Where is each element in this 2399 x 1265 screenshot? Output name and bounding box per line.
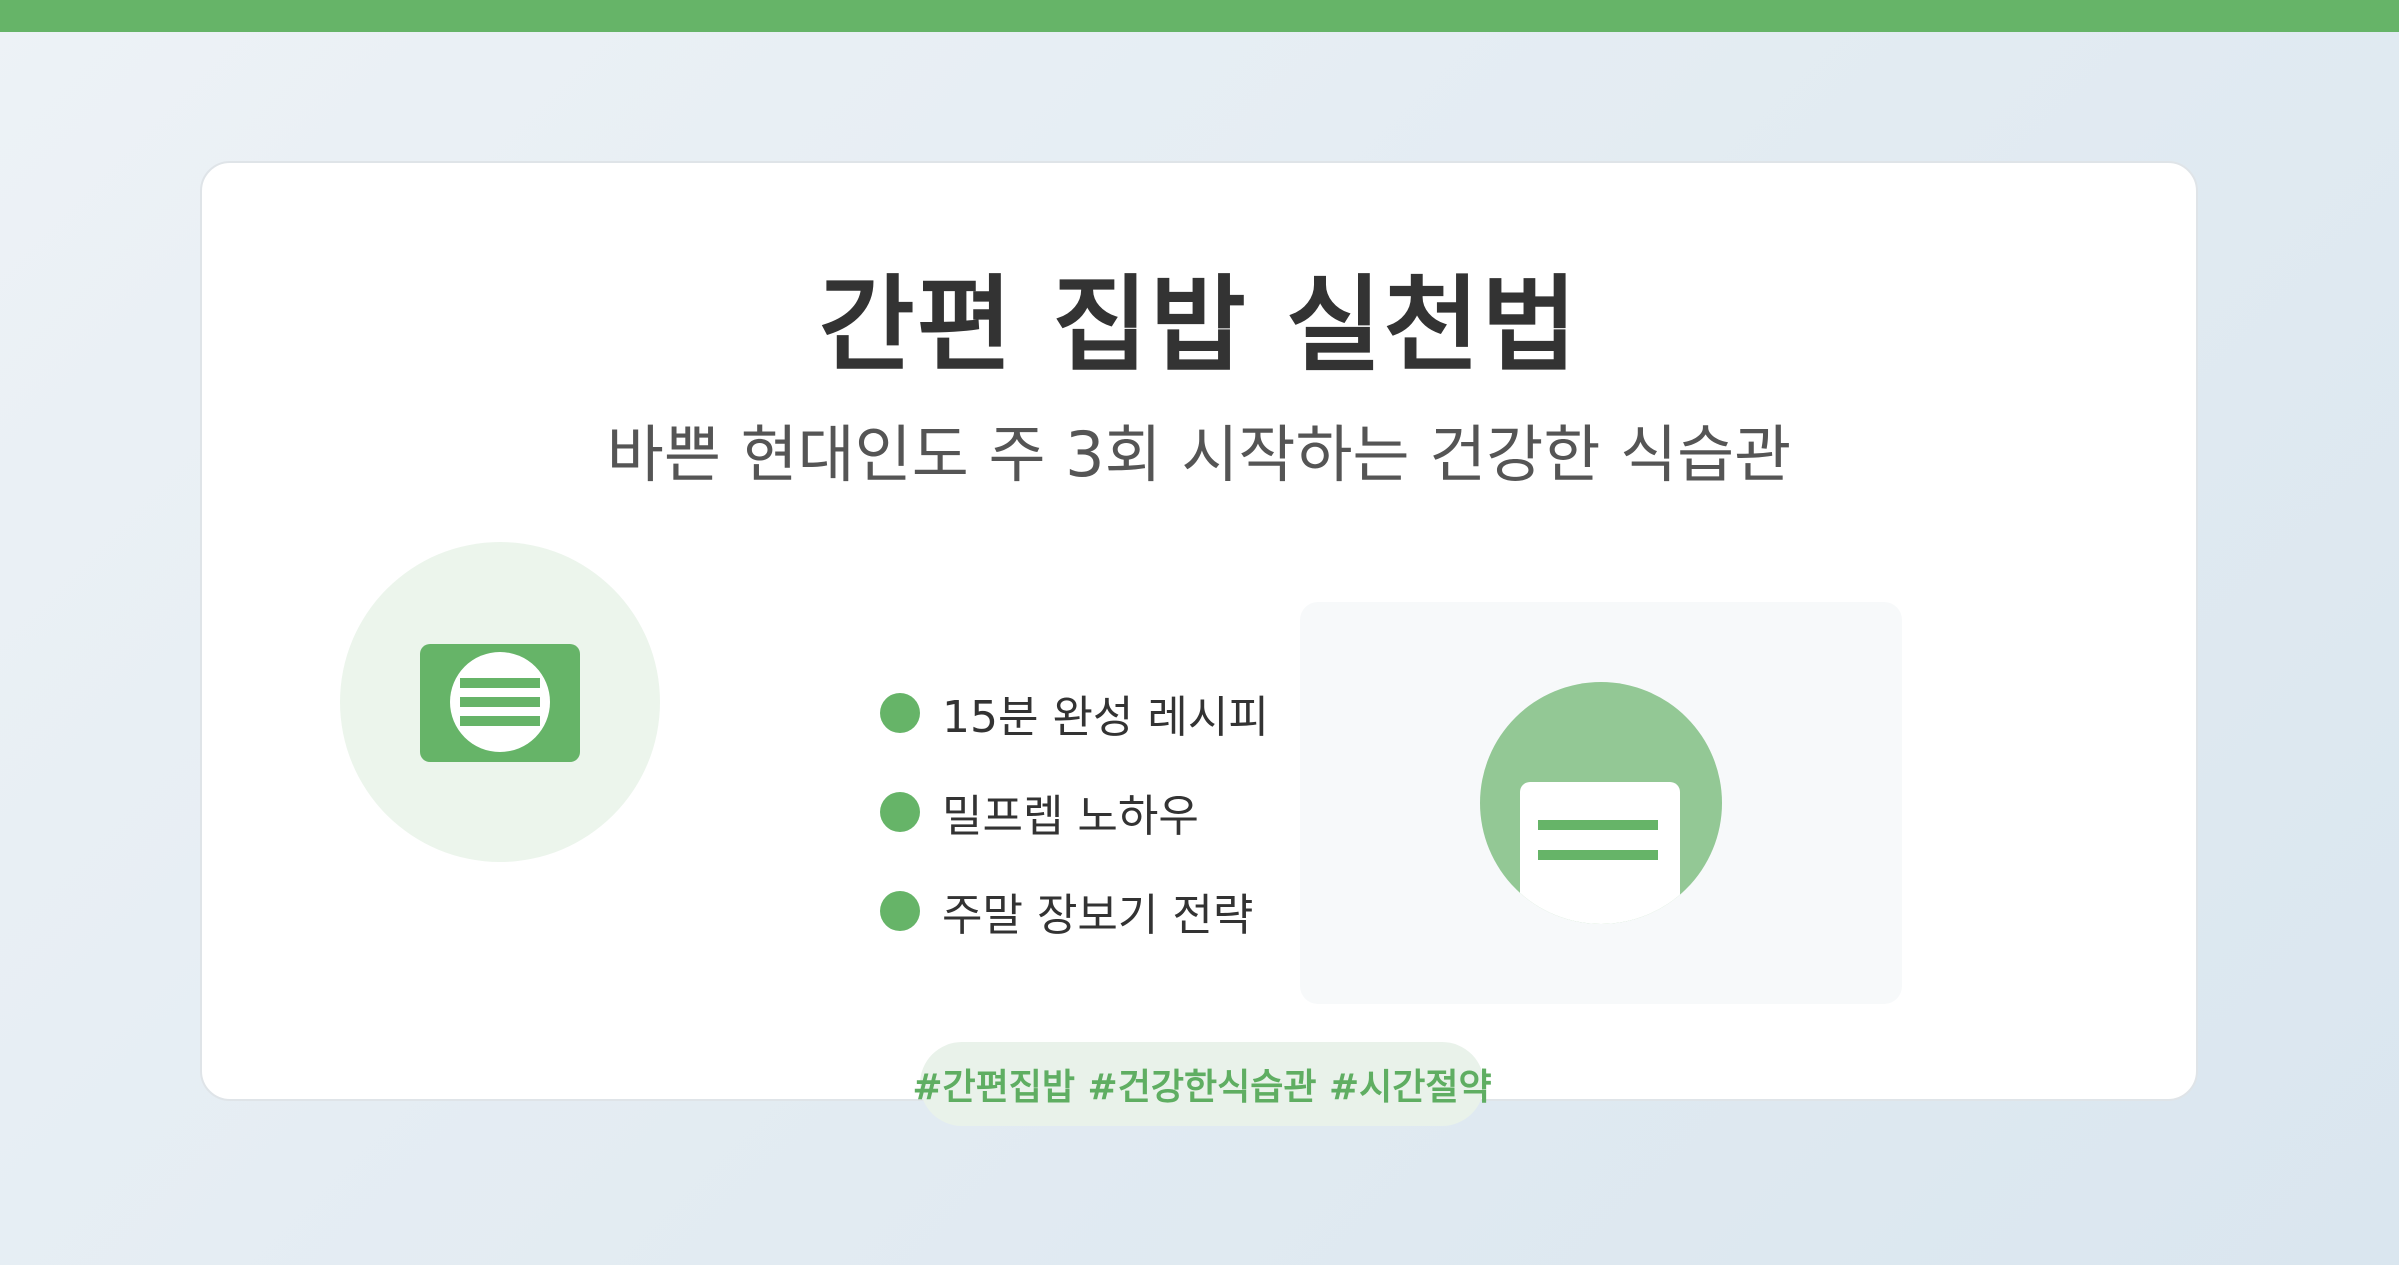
- feature-item: 15분 완성 레시피: [880, 663, 1269, 763]
- menu-line: [460, 716, 540, 726]
- document-icon: [1520, 782, 1680, 924]
- document-in-circle-icon: [1480, 682, 1722, 924]
- menu-line: [460, 697, 540, 707]
- feature-label: 주말 장보기 전략: [942, 890, 1254, 941]
- feature-label: 15분 완성 레시피: [942, 692, 1269, 743]
- bullet-dot-icon: [880, 891, 920, 931]
- feature-label: 밀프렙 노하우: [942, 791, 1199, 842]
- feature-item: 주말 장보기 전략: [880, 861, 1253, 961]
- content-card: 간편 집밥 실천법 바쁜 현대인도 주 3회 시작하는 건강한 식습관 15분 …: [200, 161, 2198, 1126]
- hashtag-badge: #간편집밥 #건강한식습관 #시간절약: [912, 1042, 1492, 1126]
- bullet-dot-icon: [880, 693, 920, 733]
- document-line: [1538, 850, 1658, 860]
- bullet-dot-icon: [880, 792, 920, 832]
- feature-item: 밀프렙 노하우: [880, 762, 1199, 862]
- card-with-menu-icon: [420, 644, 580, 762]
- top-accent-bar: [0, 0, 2399, 32]
- document-line: [1538, 820, 1658, 830]
- menu-line: [460, 678, 540, 688]
- page-title: 간편 집밥 실천법: [818, 264, 1580, 386]
- menu-disc-icon: [450, 652, 550, 752]
- illustration-panel: [1300, 602, 1902, 1004]
- page-subtitle: 바쁜 현대인도 주 3회 시작하는 건강한 식습관: [606, 418, 1792, 491]
